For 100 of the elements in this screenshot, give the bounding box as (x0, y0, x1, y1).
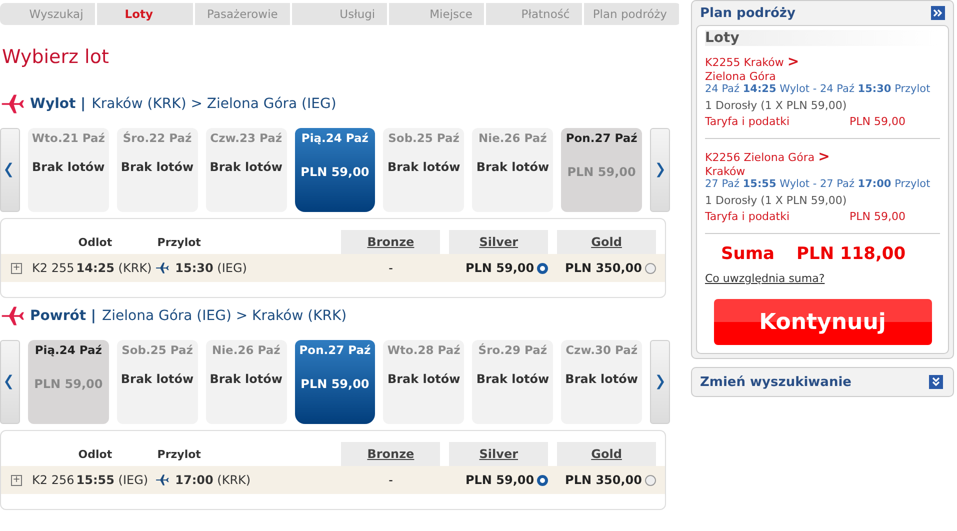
expand-button[interactable]: + (11, 474, 22, 486)
route-text: Kraków (KRK) > Zielona Góra (IEG) (92, 96, 336, 112)
departure-time: 15:55 (IEG) (76, 473, 148, 487)
previous-button[interactable] (0, 128, 20, 212)
progress-step: Pasażerowie (194, 3, 292, 25)
date-label: Sob.25 Paź (388, 131, 460, 145)
airplane-icon (0, 92, 24, 116)
price-label: PLN 59,00 (34, 377, 103, 391)
flight-route: K2255 Kraków (705, 56, 784, 69)
fee-label: Taryfa i podatki (705, 115, 790, 128)
double-chevron-right-icon[interactable] (931, 6, 945, 20)
price-label: PLN 59,00 (567, 165, 636, 179)
fare-price: PLN 350,00 (565, 473, 642, 487)
progress-step: Loty (97, 3, 195, 25)
date-label: Pon.27 Paź (566, 131, 638, 145)
price-label: PLN 59,00 (300, 165, 370, 179)
route-text: Zielona Góra (IEG) > Kraków (KRK) (102, 308, 347, 324)
sum-info-link[interactable]: Co uwzględnia suma? (705, 272, 940, 285)
fare-price: - (388, 473, 394, 487)
flight-times: 27 Paź 15:55 Wylot - 27 Paź 17:00 Przylot (705, 178, 932, 190)
progress-step: Plan podróży (584, 3, 681, 25)
previous-button[interactable] (0, 340, 20, 424)
no-flights-label: Brak lotów (387, 160, 460, 174)
fare-price: PLN 59,00 (465, 261, 534, 275)
fare-radio[interactable] (645, 474, 656, 486)
date-card[interactable]: Śro.29 Paź Brak lotów (472, 340, 554, 424)
date-label: Wto.21 Paź (32, 131, 105, 145)
fare-header[interactable]: Bronze (341, 230, 440, 254)
date-label: Czw.23 Paź (210, 131, 282, 145)
date-card[interactable]: Nie.26 Paź Brak lotów (206, 340, 287, 424)
date-label: Pon.27 Paź (299, 343, 371, 357)
date-card[interactable]: Wto.28 Paź Brak lotów (383, 340, 464, 424)
departure-time: 14:25 (KRK) (76, 261, 152, 275)
progress-step: Płatność (486, 3, 584, 25)
flight-number: K2 255 (32, 261, 74, 275)
fare-header[interactable]: Bronze (341, 442, 440, 466)
date-card[interactable]: Pią.24 Paź PLN 59,00 (294, 128, 376, 212)
leg-label: Powrót | (30, 308, 96, 324)
leg-label: Wylot | (30, 96, 86, 112)
arrival-time: 15:30 (IEG) (175, 261, 247, 275)
page-title: Wybierz lot (2, 46, 110, 70)
no-flights-label: Brak lotów (32, 160, 105, 174)
destination-text: Zielona Góra (705, 70, 777, 83)
fare-header[interactable]: Silver (449, 442, 548, 466)
fee-label: Taryfa i podatki (705, 210, 790, 223)
continue-button[interactable]: Kontynuuj (714, 299, 932, 345)
fare-radio[interactable] (645, 262, 656, 274)
next-button[interactable] (650, 340, 670, 424)
no-flights-label: Brak lotów (476, 160, 550, 174)
panel-title: Zmień wyszukiwanie (700, 374, 852, 390)
no-flights-label: Brak lotów (476, 372, 550, 386)
progress-step: Miejsce (389, 3, 486, 25)
date-card[interactable]: Sob.25 Paź Brak lotów (116, 340, 198, 424)
arrow-glyph: > (818, 149, 830, 165)
date-card[interactable]: Czw.23 Paź Brak lotów (206, 128, 287, 212)
date-label: Czw.30 Paź (566, 343, 638, 357)
date-card[interactable]: Pią.24 Paź PLN 59,00 (28, 340, 109, 424)
price-label: PLN 59,00 (300, 377, 370, 391)
panel-title: Plan podróży (700, 6, 796, 20)
expand-button[interactable]: + (11, 262, 22, 274)
date-card[interactable]: Wto.21 Paź Brak lotów (28, 128, 109, 212)
fare-header[interactable]: Gold (557, 230, 656, 254)
next-button[interactable] (650, 128, 670, 212)
fare-header[interactable]: Silver (449, 230, 548, 254)
no-flights-label: Brak lotów (120, 372, 194, 386)
fare-price: PLN 350,00 (565, 261, 642, 275)
progress-step: Usługi (292, 3, 390, 25)
date-label: Śro.29 Paź (478, 343, 548, 357)
date-label: Śro.22 Paź (122, 131, 192, 145)
airplane-icon (0, 304, 24, 328)
flight-number: K2 256 (32, 473, 74, 487)
date-card[interactable]: Nie.26 Paź Brak lotów (472, 128, 554, 212)
airplane-icon (155, 261, 170, 275)
arrival-time: 17:00 (KRK) (175, 473, 251, 487)
passenger-text: 1 Dorosły (1 X PLN 59,00) (705, 194, 848, 207)
no-flights-label: Brak lotów (210, 160, 282, 174)
date-label: Pią.24 Paź (34, 343, 102, 357)
fare-price: PLN 59,00 (465, 473, 534, 487)
flight-route: K2256 Zielona Góra (705, 151, 815, 164)
arrow-glyph: > (787, 54, 800, 70)
date-card[interactable]: Pon.27 Paź PLN 59,00 (561, 128, 642, 212)
date-card[interactable]: Sob.25 Paź Brak lotów (383, 128, 464, 212)
date-label: Sob.25 Paź (122, 343, 193, 357)
flight-times: 24 Paź 14:25 Wylot - 24 Paź 15:30 Przylot (705, 83, 932, 95)
fare-radio[interactable] (537, 474, 548, 486)
date-card[interactable]: Pon.27 Paź PLN 59,00 (294, 340, 376, 424)
fare-header[interactable]: Gold (557, 442, 656, 466)
sum-label: Suma (721, 244, 775, 264)
date-card[interactable]: Śro.22 Paź Brak lotów (116, 128, 198, 212)
fare-radio[interactable] (537, 262, 548, 274)
no-flights-label: Brak lotów (210, 372, 282, 386)
no-flights-label: Brak lotów (387, 372, 460, 386)
date-label: Wto.28 Paź (387, 343, 460, 357)
sum-amount: PLN 118,00 (796, 244, 906, 264)
date-card[interactable]: Czw.30 Paź Brak lotów (561, 340, 642, 424)
date-label: Nie.26 Paź (212, 343, 280, 357)
column-header: Przylot (157, 448, 202, 460)
column-header: Przylot (157, 236, 202, 248)
date-label: Nie.26 Paź (478, 131, 547, 145)
double-chevron-down-icon[interactable] (929, 375, 943, 389)
